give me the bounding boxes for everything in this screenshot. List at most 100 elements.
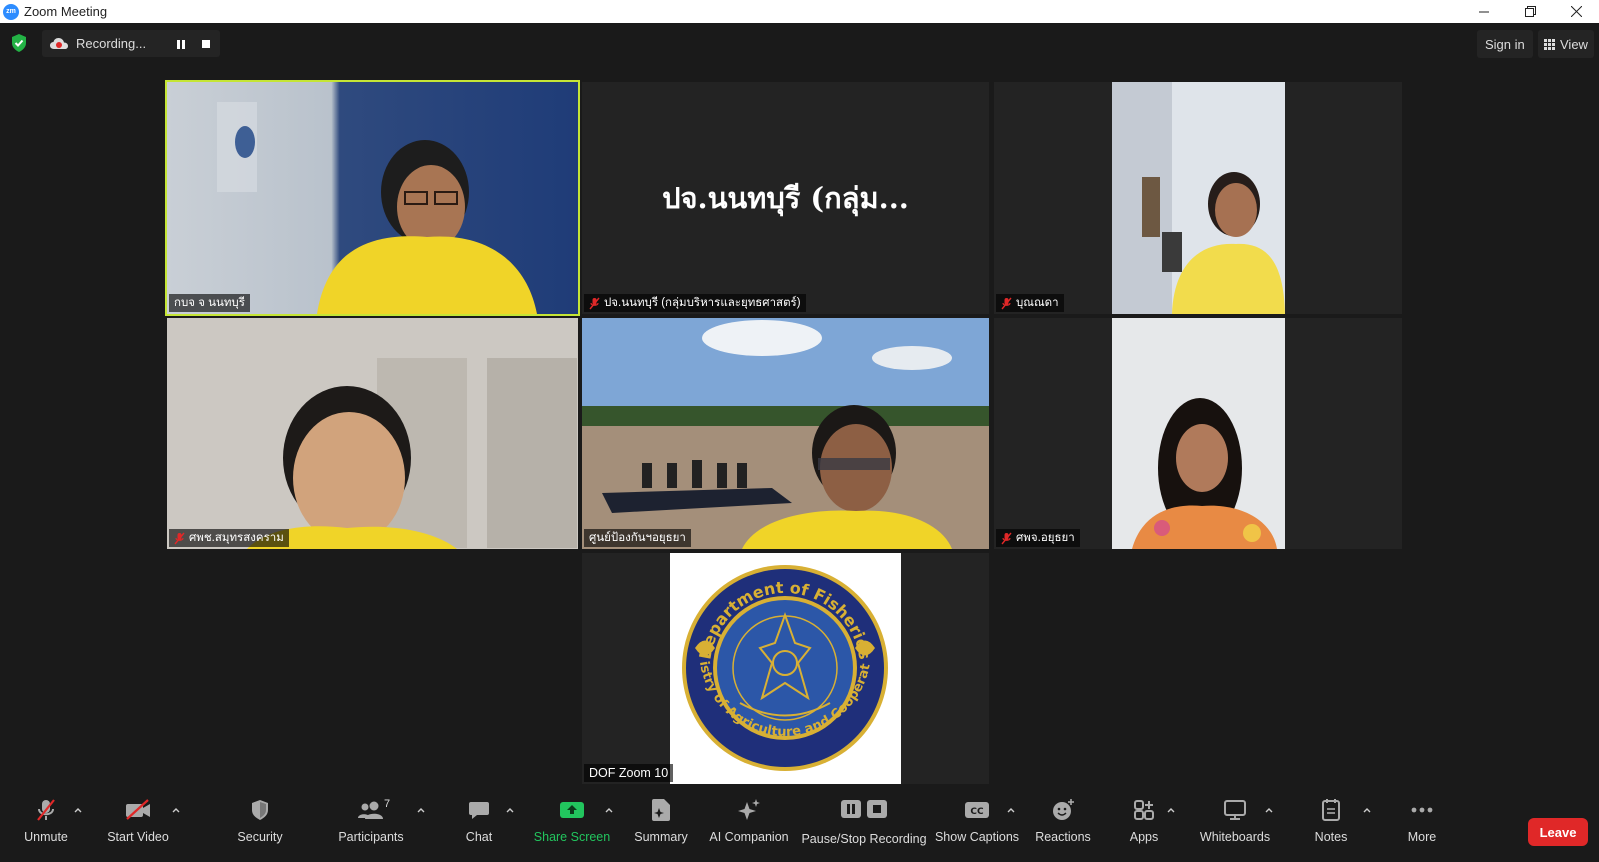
participant-tile-6[interactable]: ศพจ.อยุธยา bbox=[994, 318, 1402, 549]
start-video-button[interactable]: Start Video bbox=[99, 790, 177, 862]
notes-button[interactable]: Notes bbox=[1308, 790, 1354, 862]
zoom-logo-icon: zm bbox=[3, 3, 19, 20]
participant-tile-3[interactable]: บุณณดา bbox=[994, 82, 1402, 314]
reactions-button[interactable]: Reactions bbox=[1031, 790, 1095, 862]
fisheries-seal-icon: Department of Fisheries Ministry of Agri… bbox=[664, 553, 888, 771]
participant-name: ปจ.นนทบุรี (กลุ่มบริหารและยุทธศาสตร์) bbox=[604, 297, 801, 309]
participant-video bbox=[167, 318, 578, 549]
notes-label: Notes bbox=[1314, 830, 1348, 844]
window-title: Zoom Meeting bbox=[24, 4, 108, 19]
muted-mic-icon bbox=[174, 532, 185, 544]
participant-name-tag: ศูนย์ป้องกันฯอยุธยา bbox=[584, 529, 691, 547]
meeting-controls-toolbar: Unmute Start Video Security Participants… bbox=[0, 790, 1599, 862]
show-captions-label: Show Captions bbox=[934, 830, 1020, 844]
participant-video bbox=[582, 318, 989, 549]
security-button[interactable]: Security bbox=[229, 790, 291, 862]
participant-name-tag: ศพจ.อยุธยา bbox=[996, 529, 1080, 547]
participant-name-tag: ปจ.นนทบุรี (กลุ่มบริหารและยุทธศาสตร์) bbox=[584, 294, 806, 312]
participant-name: ศพจ.อยุธยา bbox=[1016, 532, 1075, 544]
more-button[interactable]: More bbox=[1399, 790, 1445, 862]
participants-button[interactable]: Participants bbox=[332, 790, 410, 862]
participant-display-name: ปจ.นนทบุรี (กลุ่ม... bbox=[662, 181, 909, 215]
more-label: More bbox=[1407, 830, 1437, 844]
participant-tile-2[interactable]: ปจ.นนทบุรี (กลุ่ม... ปจ.นนทบุรี (กลุ่มบร… bbox=[582, 82, 989, 314]
close-button[interactable] bbox=[1553, 0, 1599, 23]
participant-name-tag: บุณณดา bbox=[996, 294, 1064, 312]
stop-recording-button[interactable] bbox=[196, 36, 216, 52]
encryption-shield-icon[interactable] bbox=[10, 33, 28, 53]
participants-label: Participants bbox=[338, 830, 404, 844]
unmute-button[interactable]: Unmute bbox=[18, 790, 74, 862]
reactions-label: Reactions bbox=[1035, 830, 1091, 844]
participant-name: ศพช.สมุทรสงคราม bbox=[189, 532, 284, 544]
ai-companion-label: AI Companion bbox=[709, 830, 789, 844]
pause-recording-button[interactable] bbox=[171, 36, 191, 52]
share-options-caret-icon[interactable] bbox=[604, 806, 614, 814]
whiteboards-button[interactable]: Whiteboards bbox=[1195, 790, 1275, 862]
stop-icon bbox=[202, 40, 210, 48]
leave-button[interactable]: Leave bbox=[1528, 818, 1588, 846]
participant-tile-4[interactable]: ศพช.สมุทรสงคราม bbox=[167, 318, 578, 549]
participant-name-tag: ศพช.สมุทรสงคราม bbox=[169, 529, 289, 547]
video-options-caret-icon[interactable] bbox=[171, 806, 181, 814]
restore-icon bbox=[1524, 6, 1536, 17]
muted-mic-icon bbox=[1001, 532, 1012, 544]
more-ellipsis-icon bbox=[1406, 798, 1438, 822]
summary-label: Summary bbox=[634, 830, 688, 844]
participants-options-caret-icon[interactable] bbox=[416, 806, 426, 814]
participant-name-tag: DOF Zoom 10 bbox=[584, 764, 674, 782]
participant-tile-7[interactable]: Department of Fisheries Ministry of Agri… bbox=[582, 553, 989, 784]
pause-stop-recording-label: Pause/Stop Recording bbox=[801, 832, 927, 846]
sign-in-button[interactable]: Sign in bbox=[1477, 30, 1533, 58]
window-controls bbox=[1461, 0, 1599, 23]
chat-button[interactable]: Chat bbox=[456, 790, 502, 862]
department-of-fisheries-logo: Department of Fisheries Ministry of Agri… bbox=[664, 553, 901, 784]
restore-button[interactable] bbox=[1507, 0, 1553, 23]
muted-mic-icon bbox=[1001, 297, 1012, 309]
whiteboards-label: Whiteboards bbox=[1199, 830, 1271, 844]
video-off-icon bbox=[122, 798, 154, 822]
pause-stop-recording-button[interactable]: Pause/Stop Recording bbox=[801, 790, 927, 862]
chat-label: Chat bbox=[465, 830, 493, 844]
chat-bubble-icon bbox=[463, 798, 495, 822]
muted-microphone-icon bbox=[30, 798, 62, 822]
security-label: Security bbox=[237, 830, 283, 844]
ai-sparkle-icon bbox=[733, 798, 765, 822]
captions-options-caret-icon[interactable] bbox=[1006, 806, 1016, 814]
minimize-button[interactable] bbox=[1461, 0, 1507, 23]
participant-video bbox=[167, 82, 578, 314]
chat-options-caret-icon[interactable] bbox=[505, 806, 515, 814]
apps-icon bbox=[1128, 798, 1160, 822]
share-screen-button[interactable]: Share Screen bbox=[533, 790, 611, 862]
apps-label: Apps bbox=[1129, 830, 1159, 844]
audio-options-caret-icon[interactable] bbox=[73, 806, 83, 814]
reactions-smiley-icon bbox=[1047, 798, 1079, 822]
apps-options-caret-icon[interactable] bbox=[1166, 806, 1176, 814]
ai-companion-button[interactable]: AI Companion bbox=[706, 790, 792, 862]
participant-name: ศูนย์ป้องกันฯอยุธยา bbox=[589, 532, 686, 544]
pause-stop-icon bbox=[838, 798, 890, 822]
recording-indicator: Recording... bbox=[42, 30, 220, 57]
whiteboards-options-caret-icon[interactable] bbox=[1264, 806, 1274, 814]
participant-video bbox=[1112, 318, 1285, 549]
svg-text:CC: CC bbox=[970, 807, 984, 817]
participant-name: DOF Zoom 10 bbox=[589, 766, 669, 780]
notes-icon bbox=[1315, 798, 1347, 822]
apps-button[interactable]: Apps bbox=[1122, 790, 1166, 862]
notes-options-caret-icon[interactable] bbox=[1362, 806, 1372, 814]
whiteboard-icon bbox=[1219, 798, 1251, 822]
show-captions-button[interactable]: CC Show Captions bbox=[934, 790, 1020, 862]
participants-count: 7 bbox=[384, 798, 391, 810]
view-button[interactable]: View bbox=[1538, 30, 1594, 58]
pause-icon bbox=[177, 39, 185, 49]
summary-button[interactable]: Summary bbox=[630, 790, 692, 862]
muted-mic-icon bbox=[589, 297, 600, 309]
close-icon bbox=[1570, 6, 1582, 17]
cloud-recording-icon bbox=[50, 37, 68, 49]
share-screen-label: Share Screen bbox=[533, 830, 611, 844]
participant-tile-1[interactable]: กบจ จ นนทบุรี bbox=[165, 80, 580, 316]
recording-label: Recording... bbox=[76, 36, 147, 51]
participant-tile-5[interactable]: ศูนย์ป้องกันฯอยุธยา bbox=[582, 318, 989, 549]
minimize-icon bbox=[1479, 11, 1489, 12]
captions-cc-icon: CC bbox=[961, 798, 993, 822]
